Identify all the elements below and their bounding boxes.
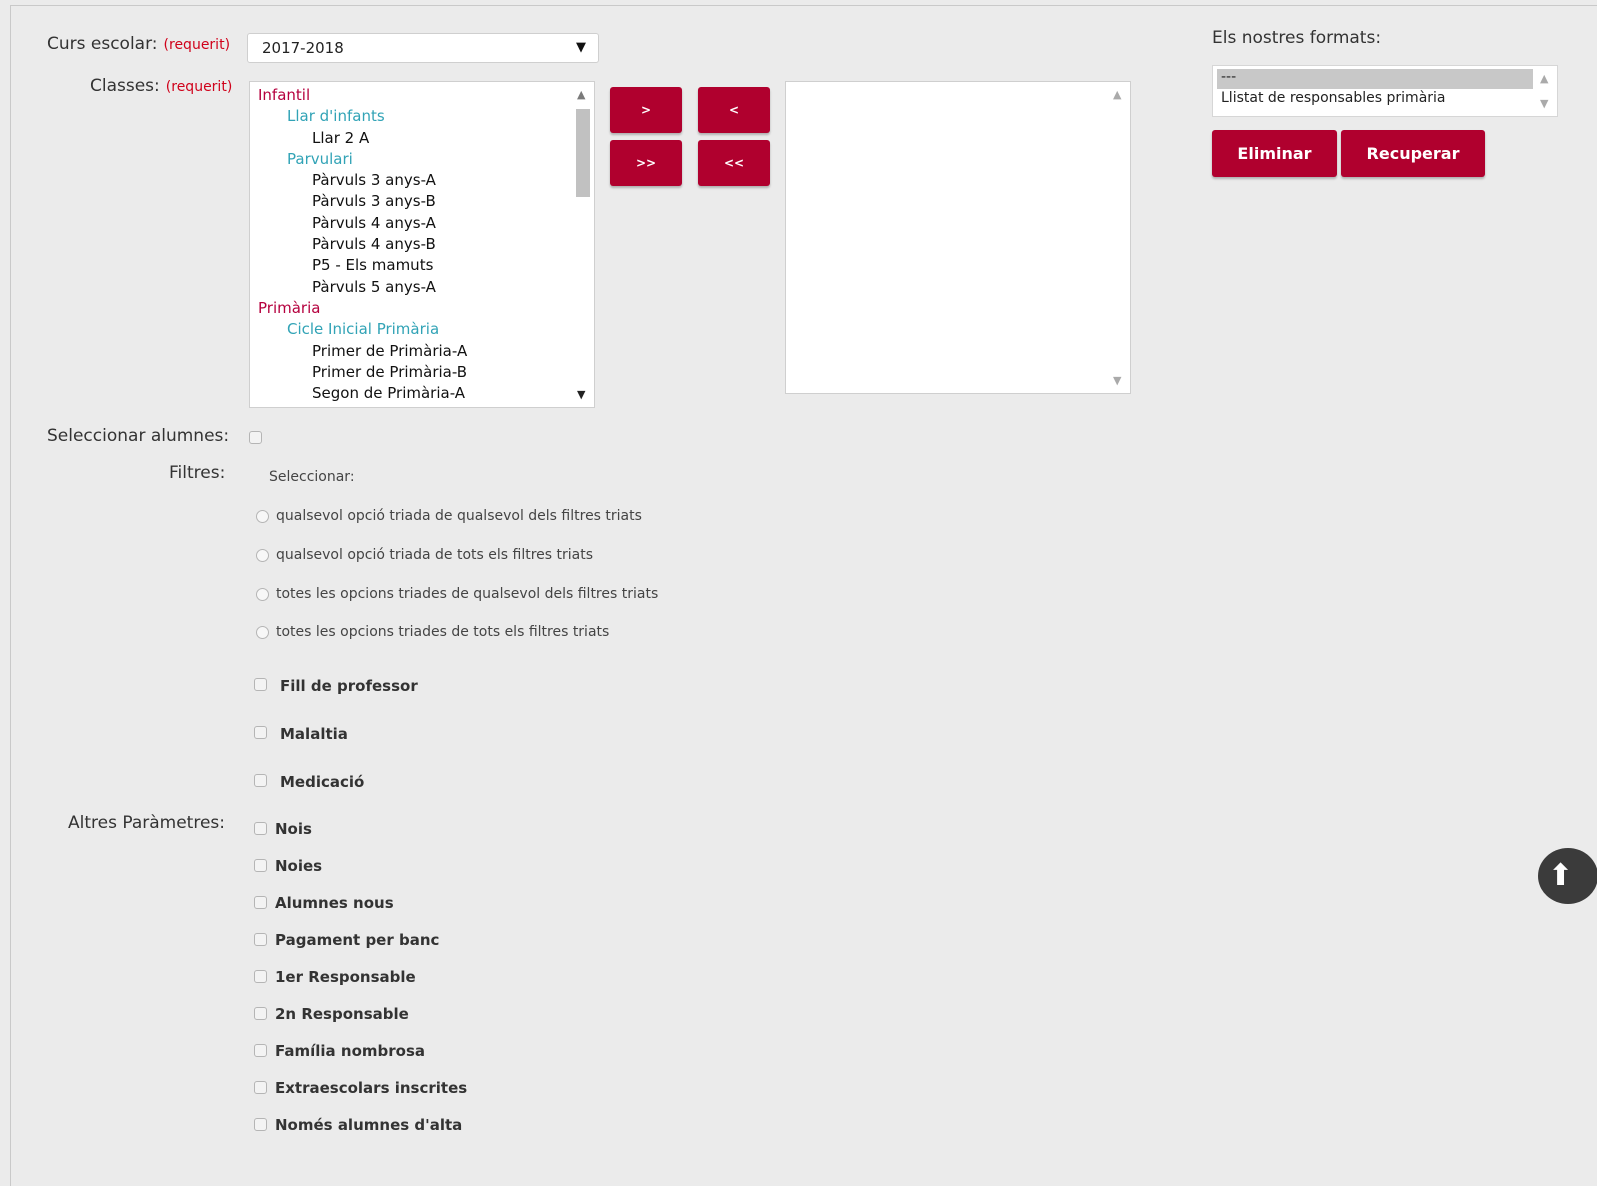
remove-class-button[interactable]: < [698,87,770,133]
filter-mode-radio[interactable] [256,549,269,562]
recover-format-button[interactable]: Recuperar [1341,130,1485,177]
selected-classes-scrollbar[interactable]: ▲ ▼ [1108,82,1130,393]
classes-options: Infantil Llar d'infants Llar 2 A Parvulari P… [258,85,467,404]
altres-parametre-checkbox[interactable] [254,933,267,946]
required-marker: (requerit) [165,79,233,95]
format-option[interactable]: --- [1217,69,1533,89]
class-subgroup-option[interactable]: Parvulari [258,149,467,170]
class-option[interactable]: Pàrvuls 4 anys-A [258,213,467,234]
altres-parametre-checkbox[interactable] [254,1118,267,1131]
remove-all-classes-button[interactable]: << [698,140,770,186]
filter-mode-label: Seleccionar: [269,469,355,485]
scroll-up-icon[interactable]: ▲ [1113,88,1121,101]
add-all-classes-button[interactable]: >> [610,140,682,186]
filter-checkbox[interactable] [254,726,267,739]
class-subgroup-option[interactable]: Llar d'infants [258,106,467,127]
curs-escolar-select[interactable]: 2017-2018 ▼ [247,33,599,63]
filtres-label: Filtres: [169,463,226,483]
filter-mode-radio-label: totes les opcions triades de qualsevol d… [276,586,659,602]
altres-parametre-label: Noies [275,857,323,875]
curs-escolar-value: 2017-2018 [262,39,344,57]
class-option[interactable]: Pàrvuls 5 anys-A [258,277,467,298]
altres-parametre-label: 1er Responsable [275,968,416,986]
altres-parametre-label: 2n Responsable [275,1005,409,1023]
class-option[interactable]: Llar 2 A [258,128,467,149]
altres-parametre-checkbox[interactable] [254,859,267,872]
class-group-option[interactable]: Infantil [258,85,467,106]
altres-parametre-label: Només alumnes d'alta [275,1116,463,1134]
altres-parametre-label: Alumnes nous [275,894,394,912]
altres-parametre-checkbox[interactable] [254,970,267,983]
altres-parametre-label: Extraescolars inscrites [275,1079,468,1097]
altres-parametre-checkbox[interactable] [254,822,267,835]
filter-checkbox-label: Malaltia [280,725,348,743]
scroll-down-icon[interactable]: ▼ [1540,97,1548,110]
class-option[interactable]: Primer de Primària-A [258,341,467,362]
filter-mode-radio[interactable] [256,626,269,639]
delete-format-button[interactable]: Eliminar [1212,130,1337,177]
filter-mode-radio[interactable] [256,588,269,601]
class-option[interactable]: Pàrvuls 3 anys-B [258,191,467,212]
filter-mode-radio-label: totes les opcions triades de tots els fi… [276,624,610,640]
filter-checkbox[interactable] [254,774,267,787]
filter-checkbox[interactable] [254,678,267,691]
altres-parametre-checkbox[interactable] [254,1044,267,1057]
formats-label: Els nostres formats: [1212,28,1382,48]
altres-parametre-label: Família nombrosa [275,1042,425,1060]
format-option[interactable]: Llistat de responsables primària [1217,90,1533,110]
scroll-down-icon[interactable]: ▼ [1113,374,1121,387]
class-subgroup-option[interactable]: Cicle Inicial Primària [258,319,467,340]
classes-listbox[interactable]: Infantil Llar d'infants Llar 2 A Parvulari P… [249,81,595,408]
class-option[interactable]: Pàrvuls 4 anys-B [258,234,467,255]
filter-checkbox-label: Medicació [280,773,365,791]
altres-parametre-checkbox[interactable] [254,896,267,909]
altres-parametre-label: Nois [275,820,312,838]
altres-parametres-label: Altres Paràmetres: [68,813,226,833]
class-option[interactable]: P5 - Els mamuts [258,255,467,276]
formats-listbox[interactable]: --- Llistat de responsables primària ▲ ▼ [1212,65,1558,117]
filter-mode-radio[interactable] [256,510,269,523]
class-group-option[interactable]: Primària [258,298,467,319]
classes-label: Classes: (requerit) [90,76,233,96]
add-class-button[interactable]: > [610,87,682,133]
altres-parametre-checkbox[interactable] [254,1007,267,1020]
scroll-up-icon[interactable]: ▲ [1540,72,1548,85]
formats-scrollbar[interactable]: ▲ ▼ [1535,66,1557,116]
seleccionar-alumnes-label: Seleccionar alumnes: [47,426,230,446]
classes-scrollbar[interactable]: ▲ ▼ [572,82,594,407]
chevron-down-icon: ▼ [576,40,586,55]
altres-parametre-label: Pagament per banc [275,931,440,949]
scroll-top-icon[interactable]: ⬆ [1538,848,1597,904]
filter-checkbox-label: Fill de professor [280,677,418,695]
scroll-up-icon[interactable]: ▲ [577,88,585,101]
filter-mode-radio-label: qualsevol opció triada de tots els filtr… [276,547,593,563]
class-option[interactable]: Segon de Primària-A [258,383,467,404]
curs-escolar-label: Curs escolar: (requerit) [47,34,231,54]
selected-classes-listbox[interactable]: ▲ ▼ [785,81,1131,394]
required-marker: (requerit) [163,37,231,53]
scroll-down-icon[interactable]: ▼ [577,388,585,401]
class-option[interactable]: Primer de Primària-B [258,362,467,383]
altres-parametre-checkbox[interactable] [254,1081,267,1094]
seleccionar-alumnes-checkbox[interactable] [249,431,262,444]
filter-mode-radio-label: qualsevol opció triada de qualsevol dels… [276,508,642,524]
scroll-thumb[interactable] [576,109,590,197]
class-option[interactable]: Pàrvuls 3 anys-A [258,170,467,191]
